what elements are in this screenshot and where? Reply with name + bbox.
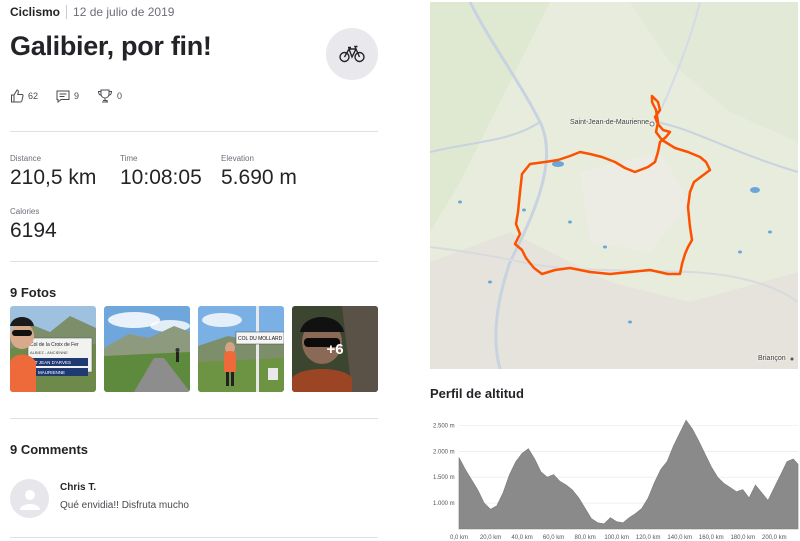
more-photos-count: +6 [292, 306, 378, 392]
map-label-city: Briançon [758, 355, 786, 362]
x-tick-label: 0,0 km [450, 535, 468, 541]
comments-title: 9 Comments [10, 442, 89, 457]
comment-icon [56, 90, 70, 103]
y-tick-label: 1.000 m [433, 501, 455, 507]
kudos-button[interactable]: 62 [10, 89, 38, 103]
activity-title: Galibier, por fin! [10, 31, 212, 61]
sign-text: COL DU MOLLARD [238, 336, 283, 342]
x-tick-label: 180,0 km [730, 535, 755, 541]
map-and-profile-panel: Saint-Jean-de-Maurienne Briançon Perfil … [430, 0, 800, 541]
divider [10, 537, 378, 538]
divider [10, 131, 378, 132]
stat-value: 210,5 km [10, 166, 97, 189]
x-tick-label: 200,0 km [762, 535, 787, 541]
x-tick-label: 120,0 km [636, 535, 661, 541]
social-bar: 62 9 0 [10, 89, 140, 103]
kudos-count: 62 [28, 91, 39, 101]
divider [10, 418, 378, 419]
map-label-city: Saint-Jean-de-Maurienne [570, 119, 649, 126]
bicycle-icon [339, 45, 365, 63]
x-tick-label: 140,0 km [667, 535, 692, 541]
elevation-profile-title: Perfil de altitud [430, 386, 524, 401]
route-map[interactable]: Saint-Jean-de-Maurienne Briançon [430, 2, 798, 369]
achievements-button[interactable]: 0 [97, 89, 122, 103]
y-tick-label: 2.000 m [433, 449, 455, 455]
x-tick-label: 60,0 km [543, 535, 564, 541]
stat-label: Elevation [221, 154, 254, 163]
achievements-count: 0 [117, 91, 123, 101]
stat-label: Distance [10, 154, 42, 163]
breadcrumb: Ciclismo 12 de julio de 2019 [10, 5, 174, 19]
sign-text: ST JEAN D'ARVES [32, 360, 71, 365]
stat-label: Calories [10, 207, 40, 216]
stat-value: 10:08:05 [120, 166, 202, 189]
breadcrumb-divider [66, 5, 68, 19]
x-tick-label: 160,0 km [699, 535, 724, 541]
avatar[interactable] [10, 479, 49, 518]
x-tick-label: 100,0 km [604, 535, 629, 541]
activity-panel: Ciclismo 12 de julio de 2019 Galibier, p… [10, 0, 378, 541]
photos-title: 9 Fotos [10, 285, 57, 300]
sign-text: Col de la Croix de Fer [30, 342, 79, 348]
thumbs-up-icon [11, 89, 24, 103]
comments-button[interactable]: 9 [56, 90, 79, 103]
stat-distance: Distance 210,5 km [10, 154, 96, 190]
elevation-profile-chart[interactable]: 2.500 m 2.000 m 1.500 m 1.000 m 0,0 km 20,0 … [430, 412, 800, 541]
photo-thumbnail[interactable] [104, 306, 190, 392]
comment-author[interactable]: Chris T. [60, 482, 96, 493]
x-tick-label: 20,0 km [480, 535, 501, 541]
sport-type[interactable]: Ciclismo [10, 5, 60, 19]
comments-count: 9 [74, 91, 80, 101]
stat-time: Time 10:08:05 [120, 154, 202, 190]
x-tick-label: 80,0 km [574, 535, 595, 541]
photo-thumbnail[interactable]: COL DU MOLLARD [198, 306, 284, 392]
stat-value: 5.690 m [221, 166, 297, 189]
sign-text: MAURIENNE [38, 370, 65, 375]
comment-text: Qué envidia!! Disfruta mucho [60, 500, 189, 511]
x-tick-label: 40,0 km [511, 535, 532, 541]
elevation-area [458, 419, 799, 530]
sign-text: ALBIEZ - ANCIENNE [30, 350, 68, 355]
photo-thumbnail-more[interactable]: +6 [292, 306, 378, 392]
trophy-icon [98, 89, 113, 103]
y-tick-label: 1.500 m [433, 475, 455, 481]
user-icon [19, 489, 40, 510]
stat-elevation: Elevation 5.690 m [221, 154, 297, 190]
stat-calories: Calories 6194 [10, 207, 57, 243]
stat-label: Time [120, 154, 138, 163]
activity-date: 12 de julio de 2019 [73, 5, 175, 19]
divider [10, 261, 378, 262]
stat-value: 6194 [10, 219, 57, 242]
photo-thumbnail[interactable]: Col de la Croix de Fer ALBIEZ - ANCIENNE… [10, 306, 96, 392]
y-tick-label: 2.500 m [433, 423, 455, 429]
sport-type-button[interactable] [326, 28, 378, 80]
